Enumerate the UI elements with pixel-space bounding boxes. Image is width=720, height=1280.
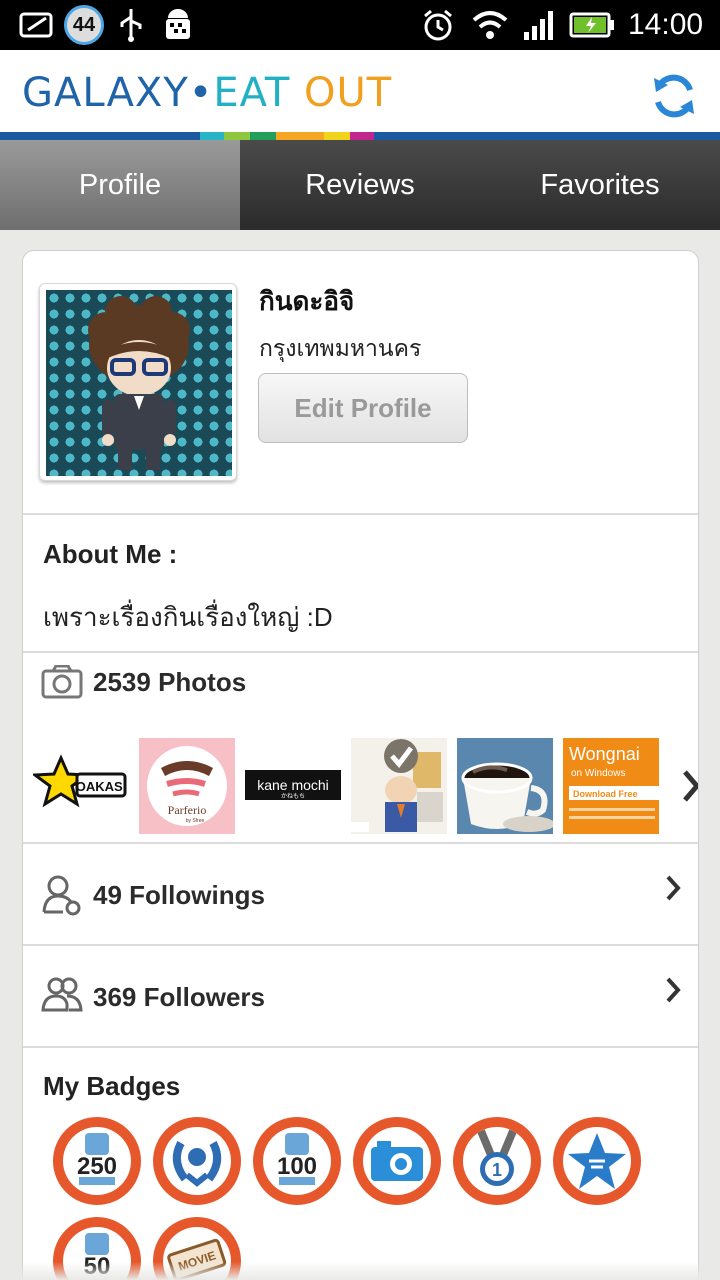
photos-count: 2539 bbox=[93, 667, 151, 697]
chevron-right-icon[interactable] bbox=[679, 766, 698, 811]
clock-time: 14:00 bbox=[628, 8, 704, 41]
followings-count: 49 bbox=[93, 880, 122, 910]
svg-text:Wongnai: Wongnai bbox=[569, 744, 640, 764]
refresh-icon[interactable] bbox=[648, 70, 700, 122]
bottom-fade bbox=[0, 1262, 720, 1280]
status-bar: 44 14:00 bbox=[0, 0, 720, 50]
my-badges-title: My Badges bbox=[43, 1071, 181, 1101]
camera-badge-icon[interactable] bbox=[353, 1117, 441, 1205]
svg-text:Download Free: Download Free bbox=[573, 789, 638, 799]
svg-text:Parferio: Parferio bbox=[168, 803, 207, 817]
svg-text:kane mochi: kane mochi bbox=[257, 777, 329, 793]
tab-favorites[interactable]: Favorites bbox=[480, 140, 720, 230]
battery-charging-icon bbox=[568, 0, 616, 50]
cartoon-avatar-icon bbox=[88, 296, 190, 470]
profile-name: กินดะอิจิ bbox=[259, 286, 355, 316]
signal-icon bbox=[522, 0, 558, 50]
photo-thumbnail[interactable]: OAKASI bbox=[33, 738, 129, 834]
tab-reviews[interactable]: Reviews bbox=[240, 140, 480, 230]
photo-thumbnails: OAKASI Parferio by Sfree kane mochi かねもち bbox=[33, 738, 698, 834]
app-header: GALAXY•EAT OUT bbox=[0, 50, 720, 140]
about-me-title: About Me : bbox=[43, 539, 178, 569]
brand-stripe bbox=[0, 132, 720, 140]
followers-group-icon bbox=[41, 976, 83, 1017]
divider bbox=[23, 1046, 698, 1048]
trophy-100-icon[interactable]: 100 bbox=[253, 1117, 341, 1205]
svg-text:1: 1 bbox=[492, 1160, 502, 1180]
followers-label: Followers bbox=[143, 982, 265, 1012]
photo-thumbnail[interactable] bbox=[351, 738, 447, 834]
divider bbox=[23, 513, 698, 515]
followers-count: 369 bbox=[93, 982, 137, 1012]
profile-location: กรุงเทพมหานคร bbox=[259, 335, 422, 361]
svg-text:on Windows: on Windows bbox=[571, 768, 625, 779]
camera-icon bbox=[41, 664, 83, 704]
message-icon bbox=[18, 0, 56, 50]
followings-label: Followings bbox=[129, 880, 265, 910]
notification-count-badge: 44 bbox=[64, 5, 104, 45]
medal-1-icon[interactable]: 1 bbox=[453, 1117, 541, 1205]
app-logo: GALAXY•EAT OUT bbox=[22, 70, 393, 116]
android-debug-icon bbox=[160, 0, 196, 50]
trophy-250-icon[interactable]: 250 bbox=[53, 1117, 141, 1205]
following-user-icon bbox=[41, 874, 83, 921]
tab-bar: Profile Reviews Favorites bbox=[0, 140, 720, 230]
svg-text:かねもち: かねもち bbox=[281, 793, 305, 800]
wifi-icon bbox=[470, 0, 510, 50]
usb-icon bbox=[116, 0, 146, 50]
followings-row[interactable]: 49 Followings bbox=[23, 844, 698, 944]
laurel-icon[interactable] bbox=[153, 1117, 241, 1205]
photo-thumbnail[interactable]: Parferio by Sfree bbox=[139, 738, 235, 834]
followers-row[interactable]: 369 Followers bbox=[23, 946, 698, 1046]
about-me-text: เพราะเรื่องกินเรื่องใหญ่ :D bbox=[43, 602, 333, 632]
alarm-icon bbox=[420, 0, 456, 50]
tab-profile[interactable]: Profile bbox=[0, 140, 240, 230]
edit-profile-button[interactable]: Edit Profile bbox=[258, 373, 468, 443]
photo-thumbnail[interactable]: Wongnai on Windows Download Free bbox=[563, 738, 659, 834]
avatar[interactable] bbox=[39, 283, 237, 481]
svg-text:by Sfree: by Sfree bbox=[186, 818, 205, 824]
photo-thumbnail[interactable] bbox=[457, 738, 553, 834]
photo-thumbnail[interactable]: kane mochi かねもち bbox=[245, 738, 341, 834]
chevron-right-icon bbox=[663, 872, 683, 909]
chevron-right-icon bbox=[663, 974, 683, 1011]
photos-label: Photos bbox=[158, 667, 247, 697]
svg-text:OAKASI: OAKASI bbox=[76, 779, 127, 794]
profile-card: กินดะอิจิ กรุงเทพมหานคร Edit Profile Abo… bbox=[22, 250, 699, 1280]
star-badge-icon[interactable] bbox=[553, 1117, 641, 1205]
